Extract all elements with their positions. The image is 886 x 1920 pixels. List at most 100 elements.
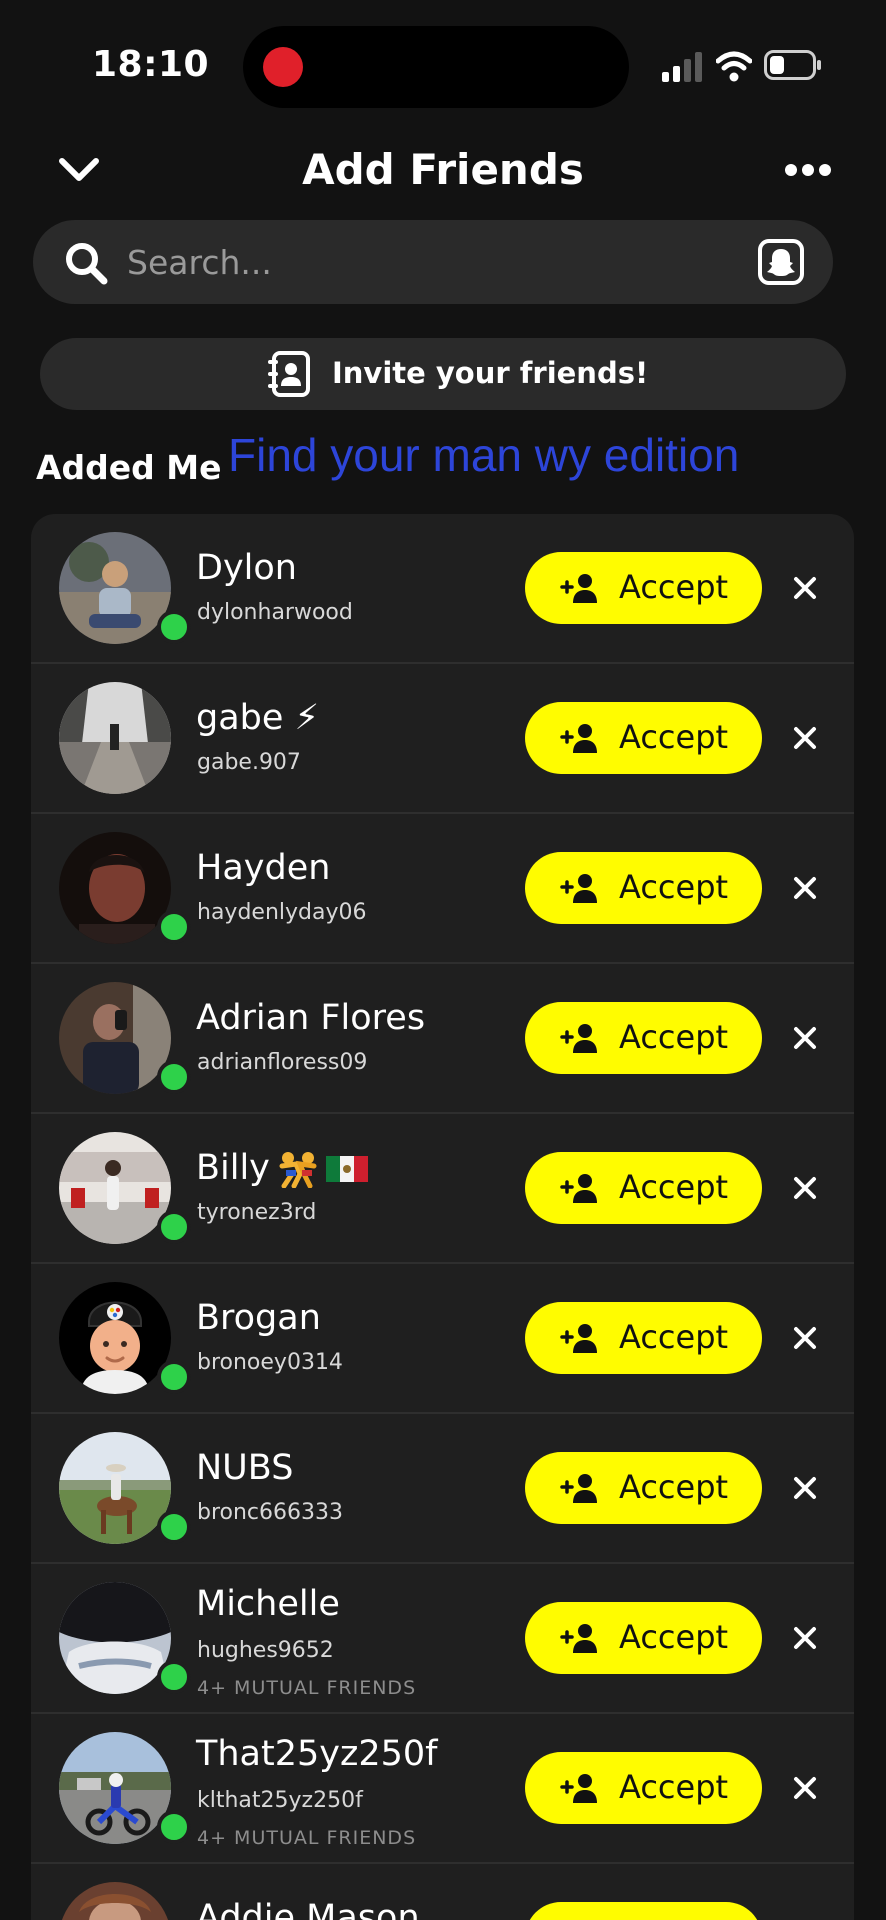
- close-icon[interactable]: [793, 1176, 817, 1200]
- close-icon[interactable]: [793, 876, 817, 900]
- friend-username: bronoey0314: [197, 1350, 343, 1375]
- close-icon[interactable]: [793, 576, 817, 600]
- section-title-added-me: Added Me: [36, 448, 222, 487]
- friend-request-row: NUBS bronc666333 Accept: [31, 1414, 854, 1564]
- friend-name: Addie Mason: [196, 1898, 420, 1920]
- avatar[interactable]: [59, 532, 171, 644]
- dynamic-island: [243, 26, 629, 108]
- avatar[interactable]: [59, 1282, 171, 1394]
- add-friends-screen: 18:10 Add Friends Search... Invite your …: [0, 0, 886, 1920]
- add-friend-icon: [560, 1324, 597, 1353]
- close-icon[interactable]: [793, 1626, 817, 1650]
- accept-button[interactable]: Accept: [525, 1002, 762, 1074]
- accept-label: Accept: [619, 718, 729, 756]
- friend-username: adrianfloress09: [197, 1050, 368, 1075]
- add-friend-icon: [560, 1774, 597, 1803]
- close-icon[interactable]: [793, 1026, 817, 1050]
- contacts-book-icon: [268, 351, 310, 397]
- accept-button[interactable]: Accept: [525, 702, 762, 774]
- more-horizontal-icon[interactable]: [784, 162, 832, 178]
- avatar[interactable]: [59, 1132, 171, 1244]
- friend-request-row: Addie Mason: [31, 1864, 854, 1920]
- close-icon[interactable]: [793, 1476, 817, 1500]
- overlay-caption: Find your man wy edition: [228, 429, 740, 481]
- friend-request-row: Michelle hughes9652 4+ MUTUAL FRIENDS Ac…: [31, 1564, 854, 1714]
- mexico-flag-icon: [325, 1156, 368, 1182]
- accept-label: Accept: [619, 1768, 729, 1806]
- friend-request-row: That25yz250f klthat25yz250f 4+ MUTUAL FR…: [31, 1714, 854, 1864]
- search-input[interactable]: [125, 238, 709, 286]
- avatar[interactable]: [59, 982, 171, 1094]
- add-friend-icon: [560, 1474, 597, 1503]
- status-bar: 18:10: [0, 0, 886, 130]
- avatar[interactable]: [59, 832, 171, 944]
- friend-request-row: Billy tyronez3rd Accept: [31, 1114, 854, 1264]
- accept-label: Accept: [619, 1318, 729, 1356]
- accept-button[interactable]: Accept: [525, 1152, 762, 1224]
- close-icon[interactable]: [793, 1776, 817, 1800]
- online-indicator: [157, 1510, 191, 1544]
- add-friend-icon: [560, 574, 597, 603]
- cellular-signal-icon: [662, 52, 702, 82]
- add-friend-icon: [560, 1174, 597, 1203]
- accept-button[interactable]: Accept: [525, 1602, 762, 1674]
- accept-label: Accept: [619, 568, 729, 606]
- add-friend-icon: [560, 1024, 597, 1053]
- friend-request-row: Hayden haydenlyday06 Accept: [31, 814, 854, 964]
- avatar[interactable]: [59, 1882, 171, 1920]
- online-indicator: [157, 1360, 191, 1394]
- friend-name: Brogan: [196, 1298, 321, 1338]
- friend-name: Adrian Flores: [196, 998, 426, 1038]
- friend-request-row: gabe ⚡ gabe.907 Accept: [31, 664, 854, 814]
- search-bar[interactable]: [33, 220, 833, 304]
- online-indicator: [157, 1060, 191, 1094]
- wrestlers-emoji-icon: [279, 1152, 317, 1188]
- accept-label: Accept: [619, 868, 729, 906]
- friend-username: dylonharwood: [197, 600, 353, 625]
- snapcode-scan-icon[interactable]: [757, 238, 805, 286]
- wifi-icon: [716, 51, 752, 82]
- accept-button[interactable]: [525, 1902, 762, 1920]
- friend-name: Hayden: [196, 848, 331, 888]
- friend-request-row: Dylon dylonharwood Accept: [31, 514, 854, 664]
- friend-username: tyronez3rd: [197, 1200, 317, 1225]
- friend-username: hughes9652: [197, 1638, 334, 1663]
- friend-name-container: Billy: [196, 1148, 368, 1188]
- friend-name: Dylon: [196, 548, 297, 588]
- avatar[interactable]: [59, 1432, 171, 1544]
- friend-request-list: Dylon dylonharwood Accept gabe ⚡ gabe.90…: [31, 514, 854, 1920]
- status-time: 18:10: [92, 44, 210, 85]
- friend-name: That25yz250f: [196, 1734, 438, 1774]
- close-icon[interactable]: [793, 1326, 817, 1350]
- add-friend-icon: [560, 724, 597, 753]
- accept-button[interactable]: Accept: [525, 552, 762, 624]
- friend-username: gabe.907: [197, 750, 301, 775]
- online-indicator: [157, 1210, 191, 1244]
- accept-label: Accept: [619, 1468, 729, 1506]
- accept-button[interactable]: Accept: [525, 1302, 762, 1374]
- avatar[interactable]: [59, 1732, 171, 1844]
- recording-indicator-icon: [263, 47, 303, 87]
- accept-button[interactable]: Accept: [525, 1452, 762, 1524]
- accept-button[interactable]: Accept: [525, 852, 762, 924]
- page-title: Add Friends: [302, 145, 584, 194]
- accept-button[interactable]: Accept: [525, 1752, 762, 1824]
- friend-name: gabe ⚡: [196, 698, 320, 738]
- friend-request-row: Adrian Flores adrianfloress09 Accept: [31, 964, 854, 1114]
- invite-friends-button[interactable]: Invite your friends!: [40, 338, 846, 410]
- close-icon[interactable]: [793, 726, 817, 750]
- add-friend-icon: [560, 874, 597, 903]
- online-indicator: [157, 1810, 191, 1844]
- friend-username: klthat25yz250f: [197, 1788, 363, 1813]
- friend-username: bronc666333: [197, 1500, 344, 1525]
- friend-username: haydenlyday06: [197, 900, 367, 925]
- avatar[interactable]: [59, 1582, 171, 1694]
- add-friend-icon: [560, 1624, 597, 1653]
- friend-name: NUBS: [196, 1448, 294, 1488]
- friend-name: Billy: [196, 1148, 270, 1188]
- online-indicator: [157, 1660, 191, 1694]
- mutual-friends-count: 4+ MUTUAL FRIENDS: [197, 1677, 417, 1699]
- avatar[interactable]: [59, 682, 171, 794]
- search-icon: [66, 243, 108, 285]
- accept-label: Accept: [619, 1618, 729, 1656]
